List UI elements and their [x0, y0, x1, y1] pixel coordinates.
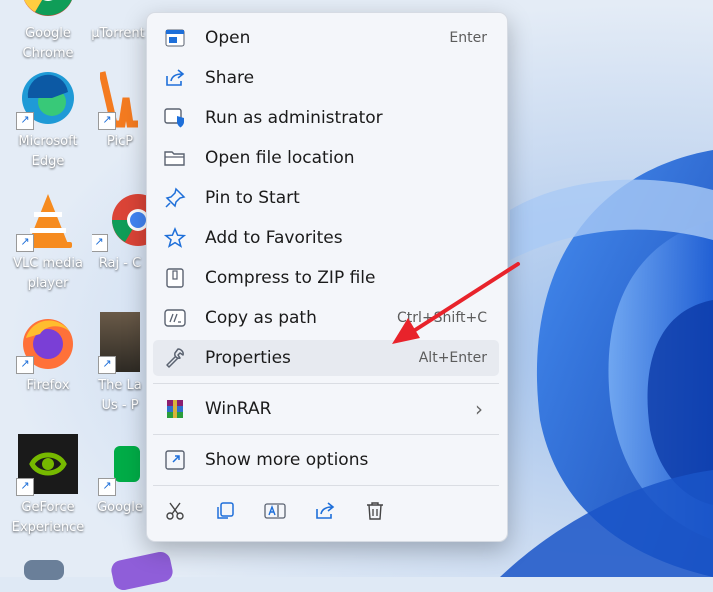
chrome-icon: ↗: [92, 190, 148, 252]
desktop-icon-label: Raj - C: [98, 256, 142, 271]
nvidia-icon: ↗: [16, 434, 78, 496]
shortcut-arrow-icon: ↗: [98, 478, 116, 496]
desktop-icon-google-meet[interactable]: ↗ Google: [92, 434, 148, 518]
desktop-icon-edge[interactable]: ↗ Microsoft Edge: [2, 68, 94, 172]
shortcut-arrow-icon: ↗: [98, 112, 116, 130]
menu-item-copy-as-path[interactable]: Copy as path Ctrl+Shift+C: [153, 300, 499, 336]
menu-item-compress-to-zip[interactable]: Compress to ZIP file: [153, 260, 499, 296]
shortcut-arrow-icon: ↗: [92, 234, 108, 252]
vlc-icon: ↗: [16, 190, 78, 252]
menu-item-share[interactable]: Share: [153, 60, 499, 96]
star-icon: [163, 226, 187, 250]
desktop-icon-picpick[interactable]: ↗ PicP: [92, 68, 148, 152]
menu-item-label: Copy as path: [205, 308, 317, 328]
copy-icon: [215, 501, 235, 525]
desktop-icon-label: Firefox: [26, 378, 70, 393]
menu-item-properties[interactable]: Properties Alt+Enter: [153, 340, 499, 376]
menu-item-open[interactable]: Open Enter: [153, 20, 499, 56]
zip-icon: [163, 266, 187, 290]
cut-button[interactable]: [159, 497, 191, 529]
edge-icon: ↗: [16, 68, 78, 130]
shortcut-text: Enter: [449, 30, 487, 46]
shortcut-text: Alt+Enter: [418, 350, 487, 366]
desktop-icon-chrome[interactable]: Google Chrome: [2, 0, 94, 64]
google-meet-icon: ↗: [98, 434, 140, 496]
open-icon: [163, 26, 187, 50]
desktop-icon-label: PicP: [106, 134, 134, 149]
rename-button[interactable]: [259, 497, 291, 529]
shortcut-arrow-icon: ↗: [98, 356, 116, 374]
desktop-icon-label: Google: [97, 500, 143, 515]
more-options-icon: [163, 448, 187, 472]
menu-item-label: Pin to Start: [205, 188, 300, 208]
chevron-right-icon: ›: [475, 397, 483, 421]
cut-icon: [165, 501, 185, 525]
menu-item-label: Add to Favorites: [205, 228, 343, 248]
desktop-icon-vlc[interactable]: ↗ VLC media player: [2, 190, 94, 294]
share-icon: [163, 66, 187, 90]
desktop-icon-label: Google Chrome: [22, 26, 74, 61]
wrench-icon: [163, 346, 187, 370]
shortcut-arrow-icon: ↗: [16, 112, 34, 130]
path-icon: [163, 306, 187, 330]
context-menu-toolbar: [157, 497, 497, 529]
pin-icon: [163, 186, 187, 210]
share-icon: [314, 501, 336, 525]
shortcut-text: Ctrl+Shift+C: [397, 310, 487, 326]
menu-item-label: WinRAR: [205, 399, 272, 419]
partial-app-icon: [109, 550, 175, 592]
utorrent-icon: [98, 0, 138, 20]
folder-icon: [163, 146, 187, 170]
context-menu: Open Enter Share Run as administrator Op…: [146, 12, 508, 542]
menu-separator: [153, 485, 499, 486]
menu-separator: [153, 434, 499, 435]
menu-item-label: Open: [205, 28, 251, 48]
desktop-icons-area: Google Chrome µTorrent ↗ Microsoft Edge …: [0, 0, 175, 592]
game-icon: ↗: [98, 312, 140, 374]
menu-item-open-file-location[interactable]: Open file location: [153, 140, 499, 176]
menu-item-label: Compress to ZIP file: [205, 268, 376, 288]
share-button[interactable]: [309, 497, 341, 529]
menu-separator: [153, 383, 499, 384]
desktop-icon-game[interactable]: ↗ The La Us - P: [92, 312, 148, 416]
shield-icon: [163, 106, 187, 130]
menu-item-add-to-favorites[interactable]: Add to Favorites: [153, 220, 499, 256]
chrome-icon: [18, 0, 78, 20]
menu-item-pin-to-start[interactable]: Pin to Start: [153, 180, 499, 216]
menu-item-label: Run as administrator: [205, 108, 383, 128]
menu-item-label: Show more options: [205, 450, 369, 470]
desktop-icon-label: The La Us - P: [98, 378, 142, 413]
desktop-icon-utorrent[interactable]: µTorrent: [88, 0, 148, 44]
desktop-icon-firefox[interactable]: ↗ Firefox: [2, 312, 94, 396]
delete-button[interactable]: [359, 497, 391, 529]
copy-button[interactable]: [209, 497, 241, 529]
menu-item-label: Share: [205, 68, 255, 88]
desktop-icon-label: VLC media player: [13, 256, 83, 291]
desktop-icon-label: µTorrent: [91, 26, 145, 41]
rename-icon: [264, 501, 286, 525]
desktop-icon-label: Microsoft Edge: [18, 134, 78, 169]
shortcut-arrow-icon: ↗: [16, 234, 34, 252]
menu-item-show-more-options[interactable]: Show more options: [153, 442, 499, 478]
menu-item-label: Open file location: [205, 148, 355, 168]
menu-item-label: Properties: [205, 348, 291, 368]
menu-item-winrar[interactable]: WinRAR ›: [153, 391, 499, 427]
winrar-icon: [163, 397, 187, 421]
menu-item-run-as-administrator[interactable]: Run as administrator: [153, 100, 499, 136]
picpick-icon: ↗: [98, 68, 140, 130]
desktop-icon-chrome-profile[interactable]: ↗ Raj - C: [92, 190, 148, 274]
partial-app-icon: [24, 560, 64, 580]
desktop-icon-label: GeForce Experience: [11, 500, 85, 535]
shortcut-arrow-icon: ↗: [16, 478, 34, 496]
delete-icon: [365, 501, 385, 525]
desktop-icon-geforce[interactable]: ↗ GeForce Experience: [2, 434, 94, 538]
shortcut-arrow-icon: ↗: [16, 356, 34, 374]
firefox-icon: ↗: [16, 312, 78, 374]
